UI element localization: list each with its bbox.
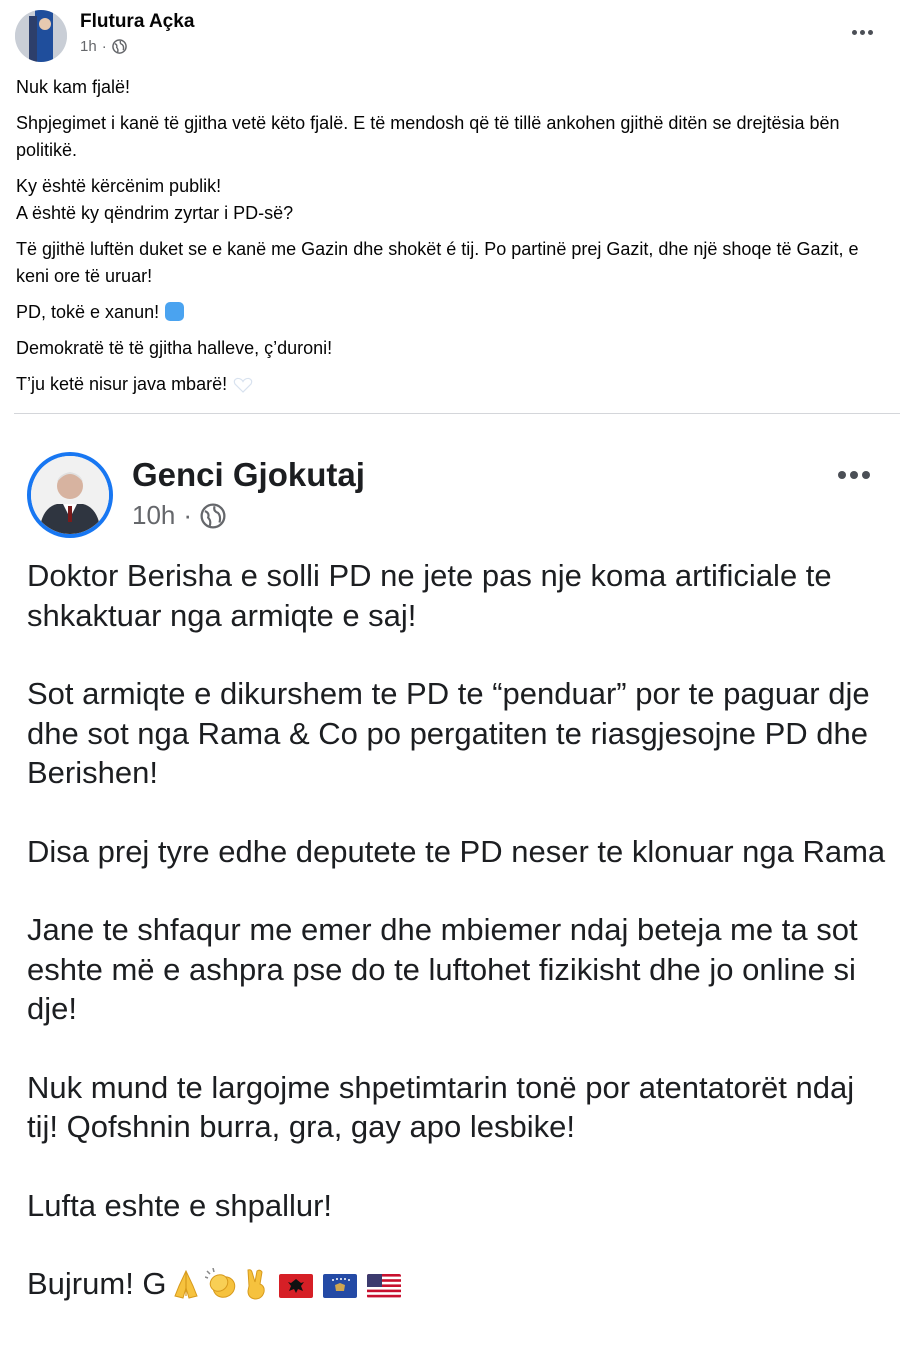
shared-author-avatar [27, 452, 113, 538]
dot-icon [868, 30, 873, 35]
post-line: T’ju ketë nisur java mbarë! [16, 374, 228, 394]
post-paragraph: Ky është kërcënim publik! A është ky qënd… [16, 173, 886, 227]
dot-icon [862, 471, 870, 479]
shared-paragraph: Jane te shfaqur me emer dhe mbiemer ndaj… [27, 912, 858, 1026]
shared-paragraph: Lufta eshte e shpallur! [27, 1187, 333, 1223]
shared-paragraph: Nuk mund te largojme shpetimtarin tonë p… [27, 1069, 855, 1145]
post-author-name[interactable]: Flutura Açka [80, 11, 194, 33]
globe-icon [200, 502, 226, 529]
shared-paragraph: Bujrum! G [27, 1264, 887, 1304]
man-portrait-icon [31, 456, 109, 534]
victory-hand-emoji-icon [247, 1269, 265, 1300]
blue-square-emoji-icon [165, 302, 185, 321]
dot-icon [860, 30, 865, 35]
post-line: A është ky qëndrim zyrtar i PD-së? [16, 203, 294, 223]
dot-icon [850, 471, 858, 479]
post-paragraph: Nuk kam fjalë! [16, 77, 131, 97]
more-options-button[interactable] [852, 22, 878, 42]
shared-more-options-icon [838, 466, 878, 480]
shared-post-author: Genci Gjokutaj [132, 456, 365, 493]
shared-paragraph: Sot armiqte e dikurshem te PD te “pendua… [27, 676, 870, 790]
usa-flag-icon [366, 1274, 401, 1298]
white-heart-emoji-icon [233, 377, 253, 393]
post-timestamp[interactable]: 1h [80, 38, 97, 55]
shared-paragraph: Doktor Berisha e solli PD ne jete pas nj… [27, 558, 832, 633]
albania-flag-icon [278, 1274, 313, 1298]
post-meta: 1h · [80, 38, 127, 55]
post-paragraph: PD, tokë e xanun! [16, 299, 886, 326]
shared-paragraph: Disa prej tyre edhe deputete te PD neser… [27, 833, 886, 869]
meta-separator: · [183, 500, 193, 530]
post-paragraph: Shpjegimet i kanë të gjitha vetë këto fj… [16, 113, 840, 160]
folded-hands-emoji-icon [173, 1269, 198, 1299]
post-text: Nuk kam fjalë! Shpjegimet i kanë të gjit… [16, 74, 886, 407]
dot-icon [852, 30, 857, 35]
dot-icon [838, 471, 846, 479]
shared-post-screenshot: Genci Gjokutaj 10h · Doktor Berisha e so… [0, 420, 900, 1352]
post-paragraph: Të gjithë luftën duket se e kanë me Gazi… [16, 239, 859, 286]
clapping-hands-emoji-icon [204, 1268, 235, 1298]
closing-line: Bujrum! G [27, 1266, 167, 1301]
author-avatar[interactable] [15, 10, 67, 62]
shared-post-timestamp: 10h [132, 500, 176, 530]
post-paragraph: T’ju ketë nisur java mbarë! [16, 371, 886, 398]
post-paragraph: Demokratë të të gjitha halleve, ç’duroni… [16, 338, 333, 358]
post-line: Ky është kërcënim publik! [16, 176, 222, 196]
shared-post-meta: 10h · [132, 500, 226, 531]
post-line: PD, tokë e xanun! [16, 302, 160, 322]
avatar-photo-icon [15, 10, 67, 62]
facebook-post: Flutura Açka 1h · Nuk kam fjalë! Shpjegi… [0, 0, 900, 414]
globe-icon [111, 39, 127, 54]
kosovo-flag-icon [322, 1274, 357, 1298]
post-divider [14, 413, 900, 414]
shared-post-text: Doktor Berisha e solli PD ne jete pas nj… [27, 556, 887, 1304]
meta-separator: · [101, 38, 107, 55]
